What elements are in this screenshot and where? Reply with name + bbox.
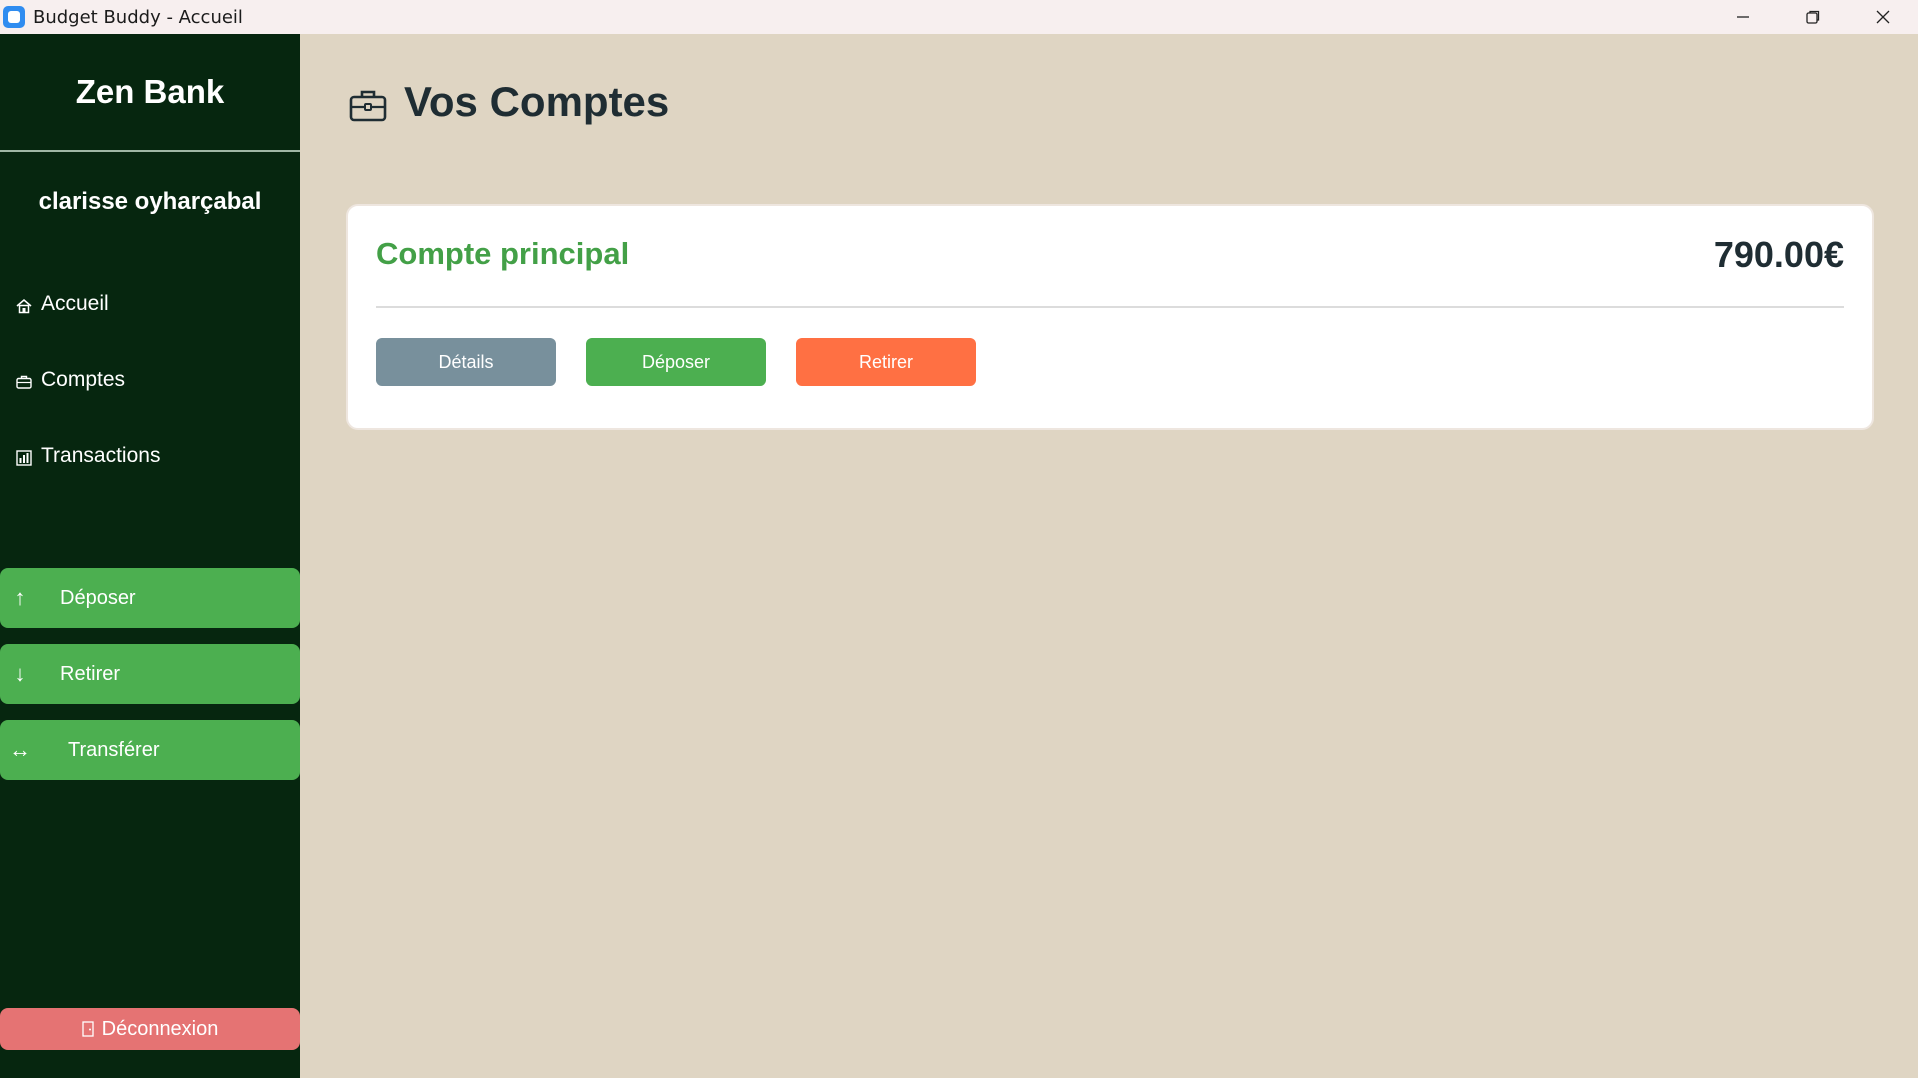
user-name: clarisse oyharçabal [38, 188, 262, 215]
sidebar-item-label: Transactions [41, 444, 161, 467]
account-name: Compte principal [376, 236, 630, 271]
main-content: Vos Comptes Compte principal 790.00€ Dét… [300, 34, 1918, 1078]
sidebar-deposit-button[interactable]: ↑ Déposer [0, 568, 300, 628]
sidebar-item-comptes[interactable]: Comptes [0, 342, 300, 418]
home-icon [14, 296, 34, 316]
close-icon [1876, 10, 1890, 24]
minimize-icon [1737, 16, 1749, 18]
details-button[interactable]: Détails [376, 338, 556, 386]
window-title: Budget Buddy - Accueil [33, 6, 243, 28]
account-balance: 790.00€ [1713, 234, 1844, 275]
sidebar-item-transactions[interactable]: Transactions [0, 418, 300, 494]
window-titlebar: Budget Buddy - Accueil [0, 0, 1918, 34]
window-controls [1708, 0, 1918, 34]
briefcase-icon [14, 372, 34, 392]
arrow-down-icon: ↓ [14, 661, 26, 686]
briefcase-icon [348, 85, 388, 125]
card-divider [376, 306, 1844, 308]
sidebar: Zen Bank clarisse oyharçabal Accueil Com… [0, 34, 300, 1078]
account-card: Compte principal 790.00€ Détails Déposer… [346, 204, 1874, 430]
sidebar-transfer-button[interactable]: ↔ Transférer [0, 720, 300, 780]
restore-button[interactable] [1778, 0, 1848, 34]
restore-icon [1806, 10, 1820, 24]
door-icon [81, 1021, 94, 1037]
deposit-button[interactable]: Déposer [586, 338, 766, 386]
withdraw-button[interactable]: Retirer [796, 338, 976, 386]
sidebar-nav: Accueil Comptes Transactions [0, 266, 300, 494]
sidebar-withdraw-label: Retirer [60, 662, 121, 685]
logout-button[interactable]: Déconnexion [0, 1008, 300, 1050]
sidebar-item-accueil[interactable]: Accueil [0, 266, 300, 342]
logout-label: Déconnexion [101, 1017, 219, 1040]
bar-chart-icon [14, 448, 34, 468]
page-title: Vos Comptes [404, 78, 670, 125]
sidebar-item-label: Comptes [41, 368, 126, 391]
sidebar-item-label: Accueil [41, 292, 109, 315]
sidebar-withdraw-button[interactable]: ↓ Retirer [0, 644, 300, 704]
sidebar-deposit-label: Déposer [60, 586, 136, 609]
app-icon [3, 6, 25, 28]
minimize-button[interactable] [1708, 0, 1778, 34]
arrows-horizontal-icon: ↔ [9, 737, 31, 762]
brand-title: Zen Bank [0, 34, 300, 152]
arrow-up-icon: ↑ [14, 585, 26, 610]
page-header: Vos Comptes [348, 78, 669, 126]
sidebar-transfer-label: Transférer [68, 738, 160, 761]
close-window-button[interactable] [1848, 0, 1918, 34]
